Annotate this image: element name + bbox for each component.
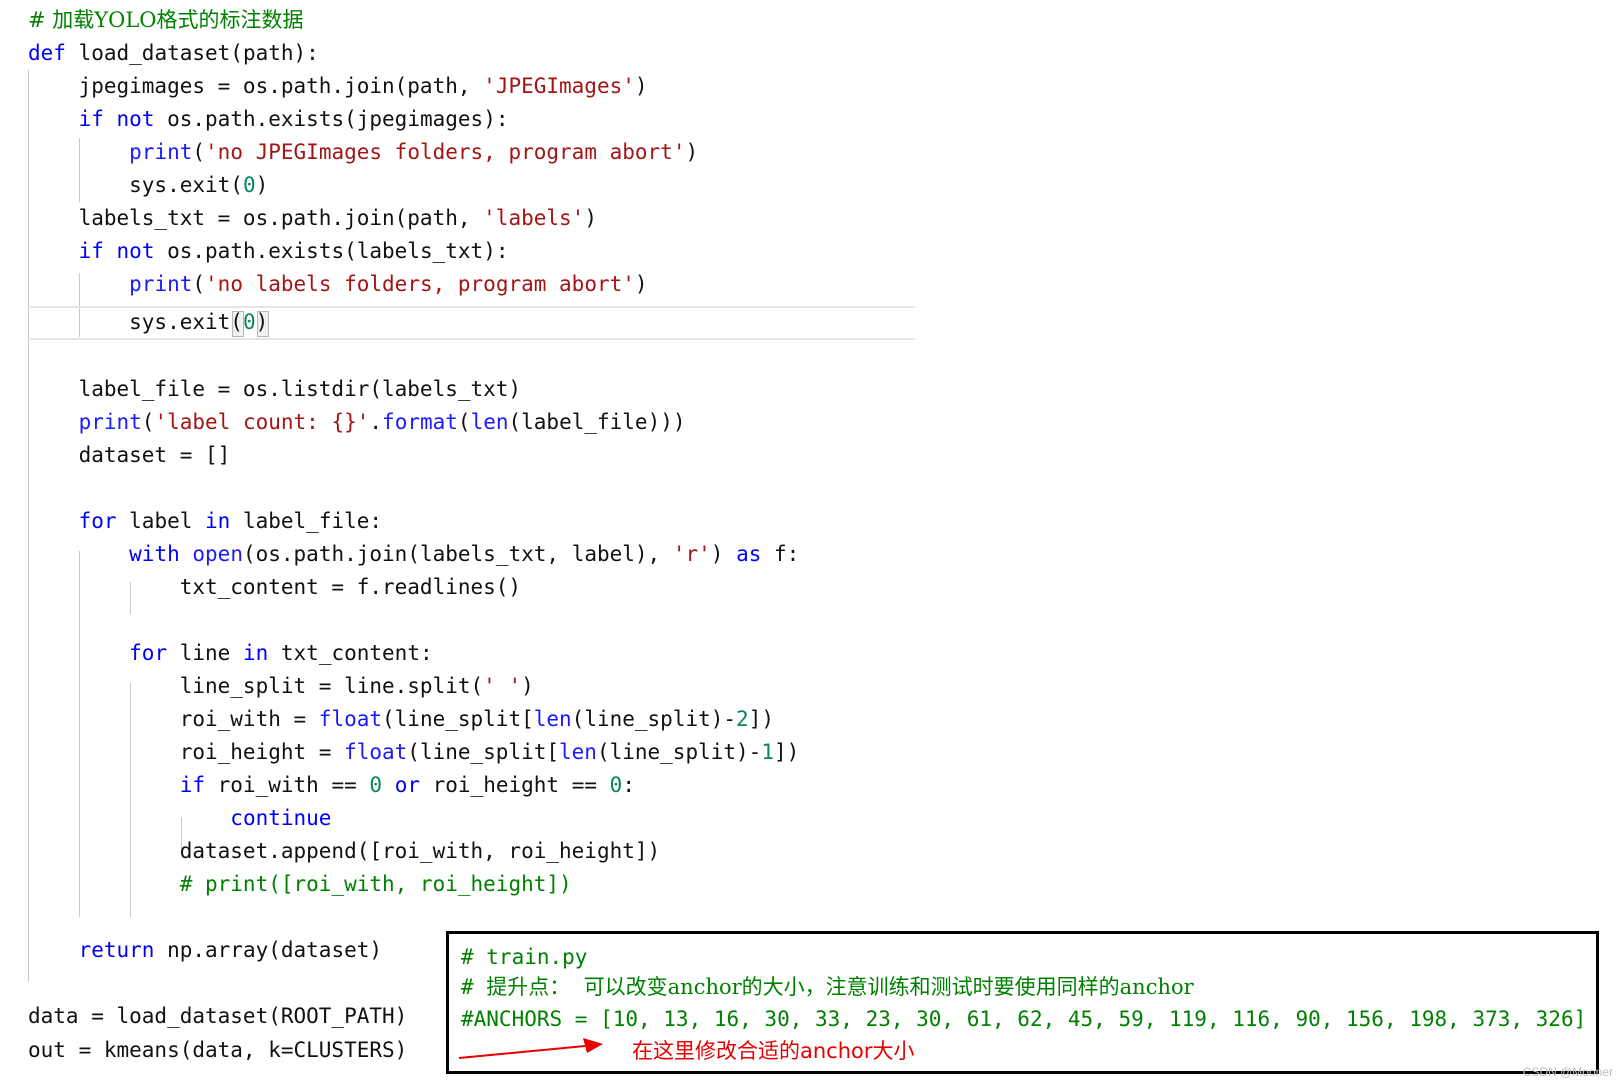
builtin: open	[192, 542, 243, 566]
keyword: not	[116, 107, 155, 131]
string-literal: 'JPEGImages'	[483, 74, 635, 98]
keyword: for	[78, 509, 117, 533]
keyword: if	[78, 107, 104, 131]
code-line: sys.exit(0)	[28, 310, 269, 334]
builtin: float	[318, 707, 383, 731]
keyword: def	[28, 41, 66, 65]
code-line: out = kmeans(data, k=CLUSTERS)	[28, 1038, 408, 1062]
keyword: in	[205, 509, 231, 533]
keyword: with	[129, 542, 180, 566]
keyword: return	[78, 938, 155, 962]
builtin: print	[129, 272, 193, 296]
keyword: as	[736, 542, 762, 566]
code-line: continue	[28, 802, 331, 834]
keyword: for	[129, 641, 168, 665]
code-line: label_file = os.listdir(labels_txt)	[28, 377, 522, 401]
builtin: len	[470, 410, 509, 434]
keyword: if	[179, 773, 206, 797]
watermark: CSDN @Mooner	[1522, 1065, 1613, 1079]
code-line: dataset = []	[28, 443, 231, 467]
code-line: # 加载YOLO格式的标注数据	[28, 4, 304, 36]
code-line: txt_content = f.readlines()	[28, 575, 522, 599]
keyword: if	[78, 239, 104, 263]
number-literal: 0	[609, 773, 623, 797]
method: format	[382, 410, 458, 434]
number-literal: 0	[242, 173, 256, 197]
code-line: for line in txt_content:	[129, 641, 433, 665]
code-line: data = load_dataset(ROOT_PATH)	[28, 1004, 408, 1028]
annotation-callout-box: # train.py # 提升点： 可以改变anchor的大小，注意训练和测试时…	[446, 931, 1599, 1074]
code-line: print('no JPEGImages folders, program ab…	[129, 140, 699, 164]
string-literal: 'labels'	[483, 206, 585, 230]
code-line: roi_height = float(line_split[len(line_s…	[28, 740, 800, 764]
code-line: if roi_with == 0 or roi_height == 0:	[179, 773, 635, 797]
code-line: dataset.append([roi_with, roi_height])	[28, 839, 661, 863]
callout-line: # train.py	[461, 945, 588, 969]
string-literal: 'no JPEGImages folders, program abort'	[205, 140, 686, 164]
string-literal: 'no labels folders, program abort'	[205, 272, 635, 296]
number-literal: 1	[761, 740, 774, 764]
code-line: line_split = line.split(' ')	[28, 674, 534, 698]
code-line: labels_txt = os.path.join(path, 'labels'…	[28, 206, 597, 230]
comment: # 加载YOLO格式的标注数据	[28, 8, 304, 32]
keyword: continue	[230, 806, 332, 830]
callout-red-note: 在这里修改合适的anchor大小	[632, 1039, 915, 1063]
string-literal: ' '	[483, 674, 522, 698]
code-line: print('label count: {}'.format(len(label…	[78, 410, 686, 434]
code-line: for label in label_file:	[78, 509, 383, 533]
number-literal: 0	[242, 310, 256, 334]
keyword: in	[242, 641, 269, 665]
comment: # print([roi_with, roi_height])	[179, 872, 572, 896]
red-arrow-icon	[458, 1038, 603, 1059]
code-line: sys.exit(0)	[28, 173, 269, 197]
number-literal: 0	[369, 773, 383, 797]
builtin: print	[129, 140, 193, 164]
callout-tip-text: 提升点： 可以改变anchor的大小，注意训练和测试时要使用同样的anchor	[486, 975, 1194, 999]
code-line: roi_with = float(line_split[len(line_spl…	[28, 707, 774, 731]
builtin: len	[559, 740, 597, 764]
code-line: if not os.path.exists(labels_txt):	[78, 239, 509, 263]
string-literal: 'r'	[672, 542, 711, 566]
builtin: float	[344, 740, 408, 764]
code-line: # print([roi_with, roi_height])	[28, 868, 572, 900]
code-line: with open(os.path.join(labels_txt, label…	[129, 542, 800, 566]
number-literal: 2	[736, 707, 749, 731]
callout-line: #ANCHORS = [10, 13, 16, 30, 33, 23, 30, …	[461, 1007, 1587, 1031]
code-line: jpegimages = os.path.join(path, 'JPEGIma…	[28, 74, 648, 98]
keyword: or	[394, 773, 420, 797]
keyword: not	[116, 239, 155, 263]
code-line: if not os.path.exists(jpegimages):	[78, 107, 509, 131]
code-line: return np.array(dataset)	[78, 938, 383, 962]
callout-line: # 提升点： 可以改变anchor的大小，注意训练和测试时要使用同样的ancho…	[461, 975, 1194, 999]
code-line: def load_dataset(path):	[28, 41, 319, 65]
builtin: len	[533, 707, 572, 731]
builtin: print	[78, 410, 142, 434]
code-line: print('no labels folders, program abort'…	[129, 272, 648, 296]
string-literal: 'label count: {}'	[154, 410, 370, 434]
